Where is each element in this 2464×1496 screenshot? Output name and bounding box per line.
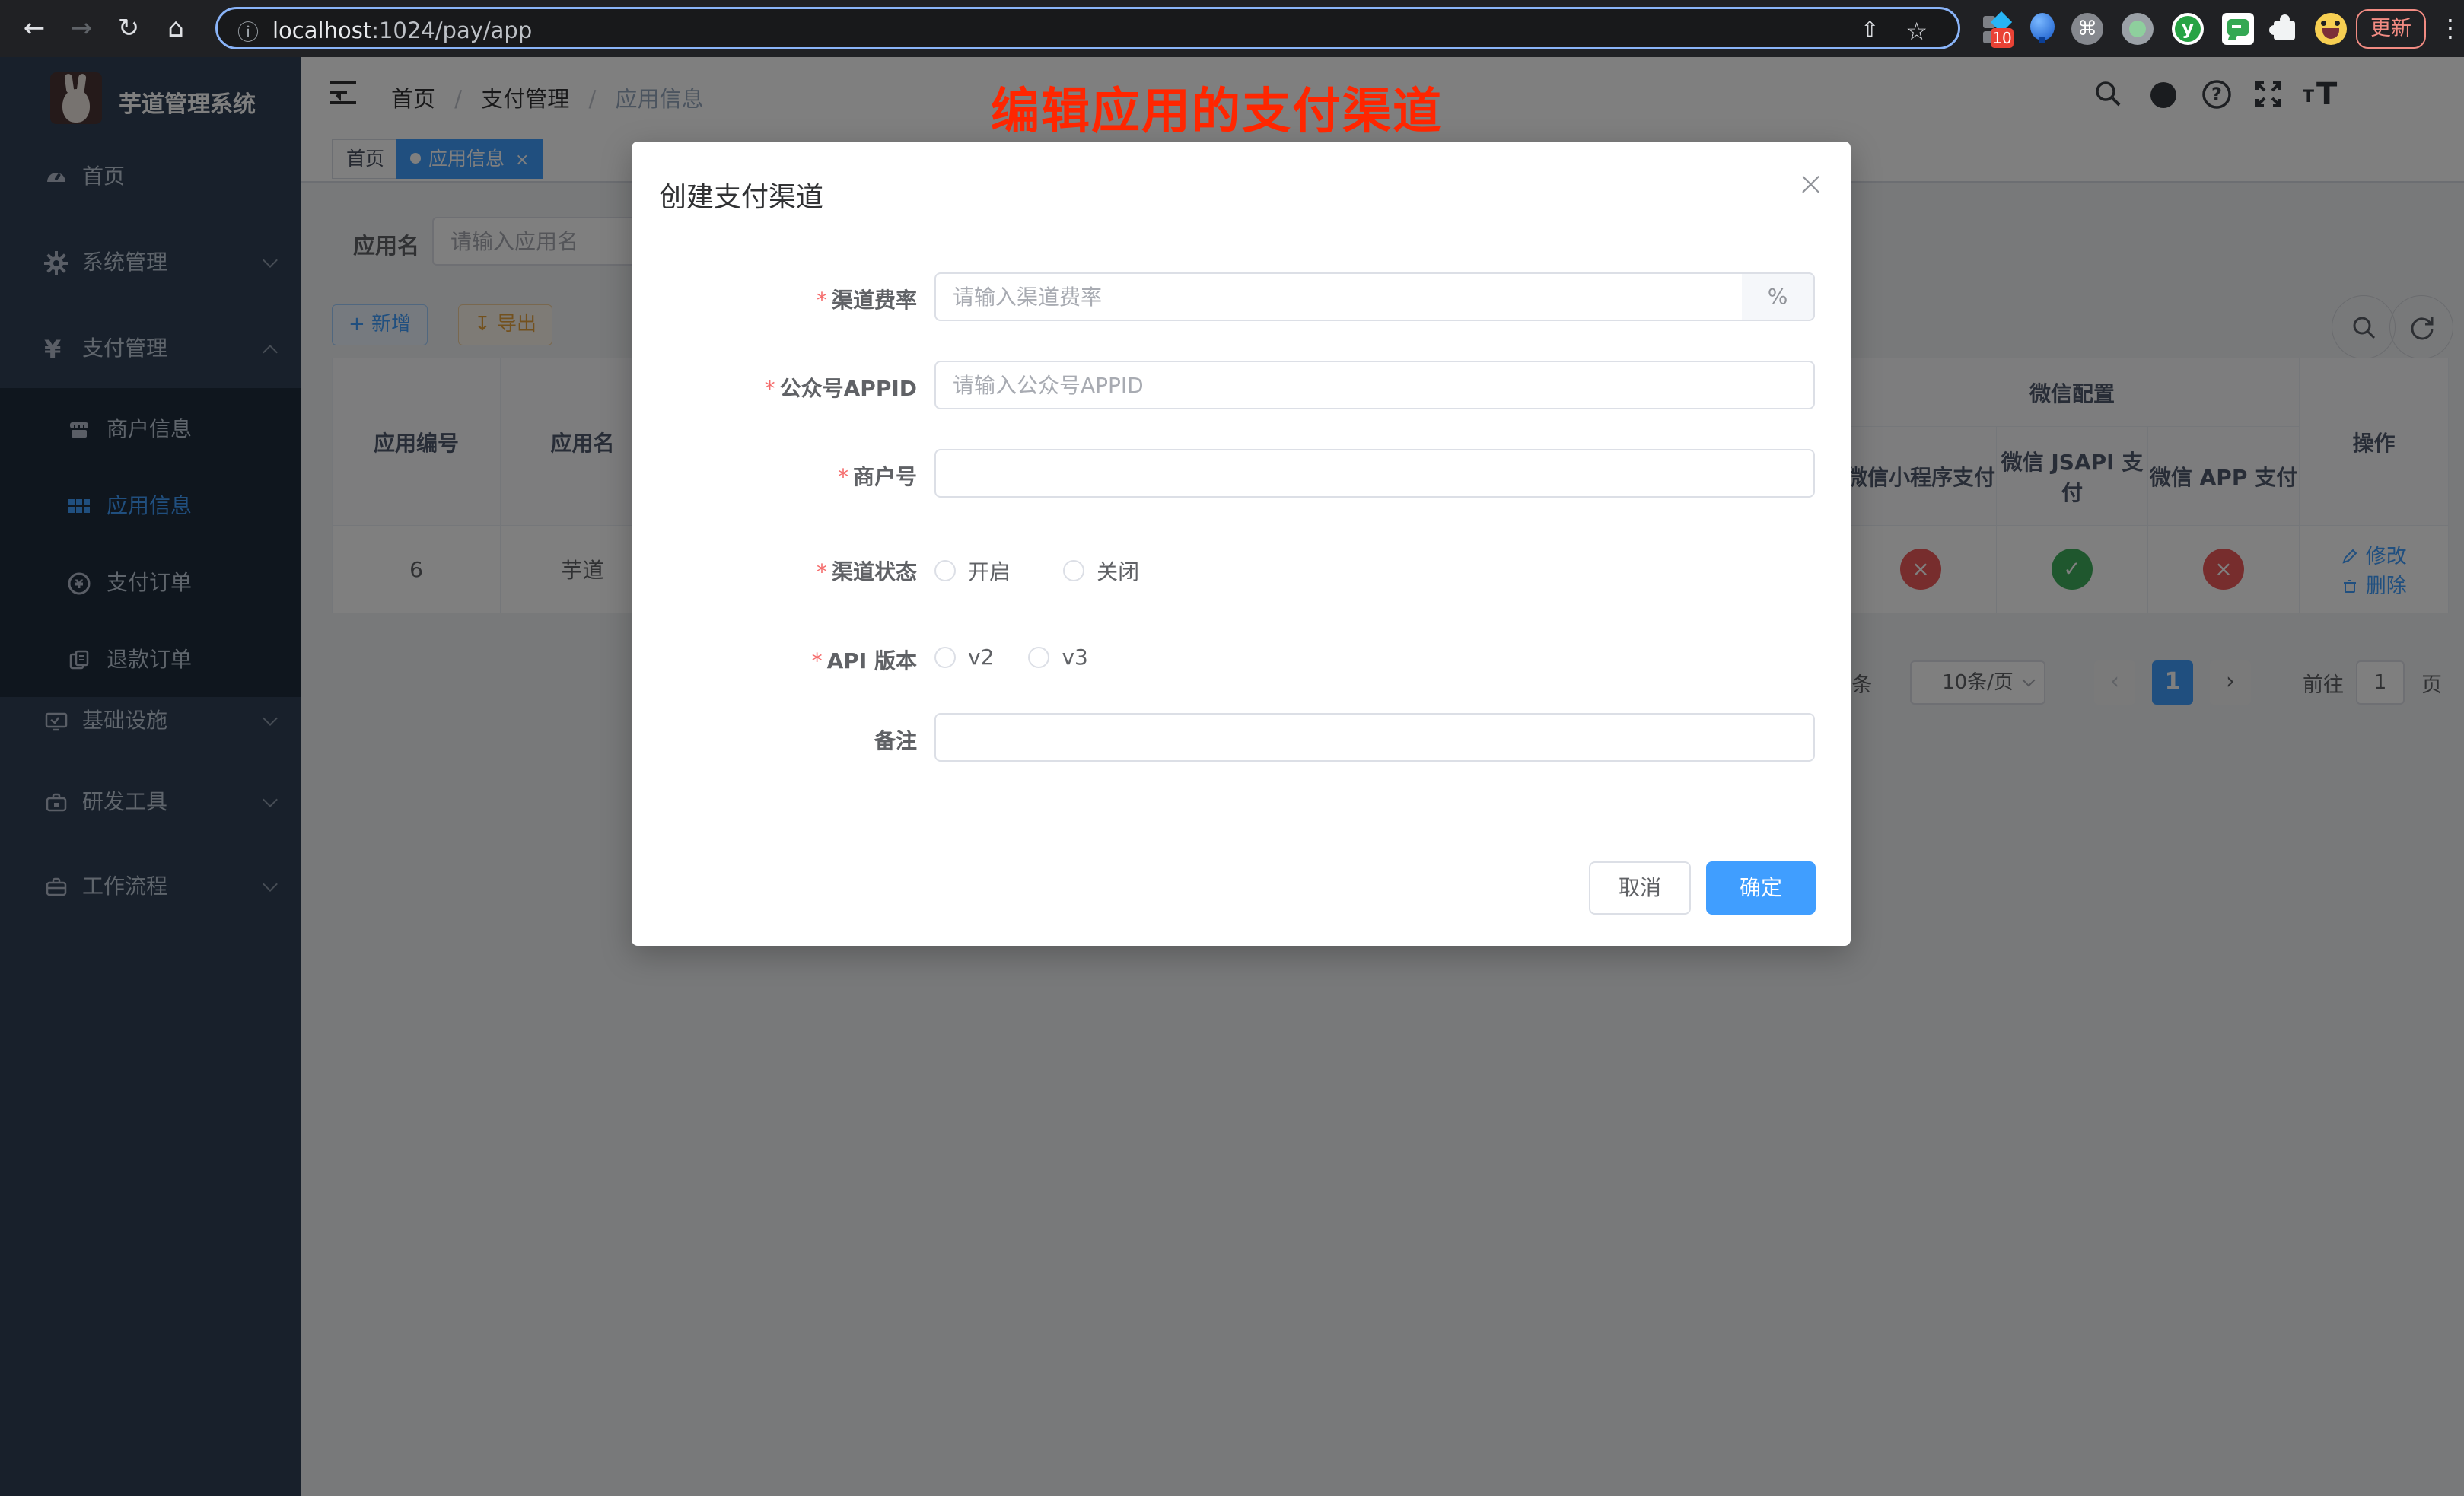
radio-v3[interactable]: v3	[1028, 645, 1087, 670]
annotation-text: 编辑应用的支付渠道	[991, 72, 1443, 142]
extension-balloon-icon[interactable]	[2027, 13, 2059, 45]
radio-circle-icon	[934, 560, 956, 581]
confirm-button[interactable]: 确定	[1706, 861, 1816, 915]
cancel-button[interactable]: 取消	[1589, 861, 1691, 915]
rate-input[interactable]	[934, 272, 1815, 321]
browser-forward-icon[interactable]: →	[64, 11, 99, 46]
remark-input[interactable]	[934, 713, 1815, 762]
extension-badge: 10	[1991, 28, 2014, 48]
browser-menu-icon[interactable]: ⋮	[2438, 11, 2462, 46]
radio-v2[interactable]: v2	[934, 645, 994, 670]
api-version-label: *API 版本	[632, 645, 917, 675]
remark-label: 备注	[632, 724, 917, 755]
radio-status-on[interactable]: 开启	[934, 555, 1011, 586]
extension-chat-icon[interactable]	[2222, 13, 2254, 45]
rate-label: *渠道费率	[632, 284, 917, 314]
radio-status-off[interactable]: 关闭	[1063, 555, 1139, 586]
radio-circle-icon	[1063, 560, 1084, 581]
extension-dot-icon[interactable]	[2122, 13, 2154, 45]
create-pay-channel-dialog: 创建支付渠道 × *渠道费率 % *公众号APPID *商户号 *渠道状态 开启…	[632, 142, 1851, 946]
site-info-icon[interactable]: ⓘ	[237, 16, 259, 46]
radio-circle-icon	[934, 647, 956, 668]
appid-input[interactable]	[934, 361, 1815, 409]
address-bar[interactable]: ⓘ localhost:1024/pay/app ⇧ ☆	[215, 7, 1960, 49]
percent-suffix: %	[1742, 272, 1815, 321]
dialog-close-icon[interactable]: ×	[1797, 164, 1825, 203]
browser-back-icon[interactable]: ←	[17, 11, 52, 46]
share-icon[interactable]: ⇧	[1861, 17, 1879, 42]
extension-y-icon[interactable]: y	[2172, 13, 2204, 45]
extension-emoji-icon[interactable]	[2315, 13, 2347, 45]
browser-home-icon[interactable]: ⌂	[158, 11, 193, 46]
extension-password-icon[interactable]: 10	[1982, 13, 2014, 45]
browser-update-button[interactable]: 更新	[2356, 9, 2426, 49]
extension-command-icon[interactable]: ⌘	[2071, 13, 2103, 45]
merchant-id-input[interactable]	[934, 449, 1815, 498]
browser-chrome: ← → ↻ ⌂ ⓘ localhost:1024/pay/app ⇧ ☆ 10 …	[0, 0, 2464, 57]
channel-status-label: *渠道状态	[632, 555, 917, 586]
dialog-title: 创建支付渠道	[659, 175, 823, 215]
browser-reload-icon[interactable]: ↻	[111, 11, 146, 46]
bookmark-star-icon[interactable]: ☆	[1905, 17, 1928, 46]
appid-label: *公众号APPID	[632, 372, 917, 403]
extensions-puzzle-icon[interactable]	[2269, 13, 2301, 45]
radio-circle-icon	[1028, 647, 1049, 668]
url-text: localhost:1024/pay/app	[272, 18, 532, 43]
merchant-id-label: *商户号	[632, 460, 917, 491]
